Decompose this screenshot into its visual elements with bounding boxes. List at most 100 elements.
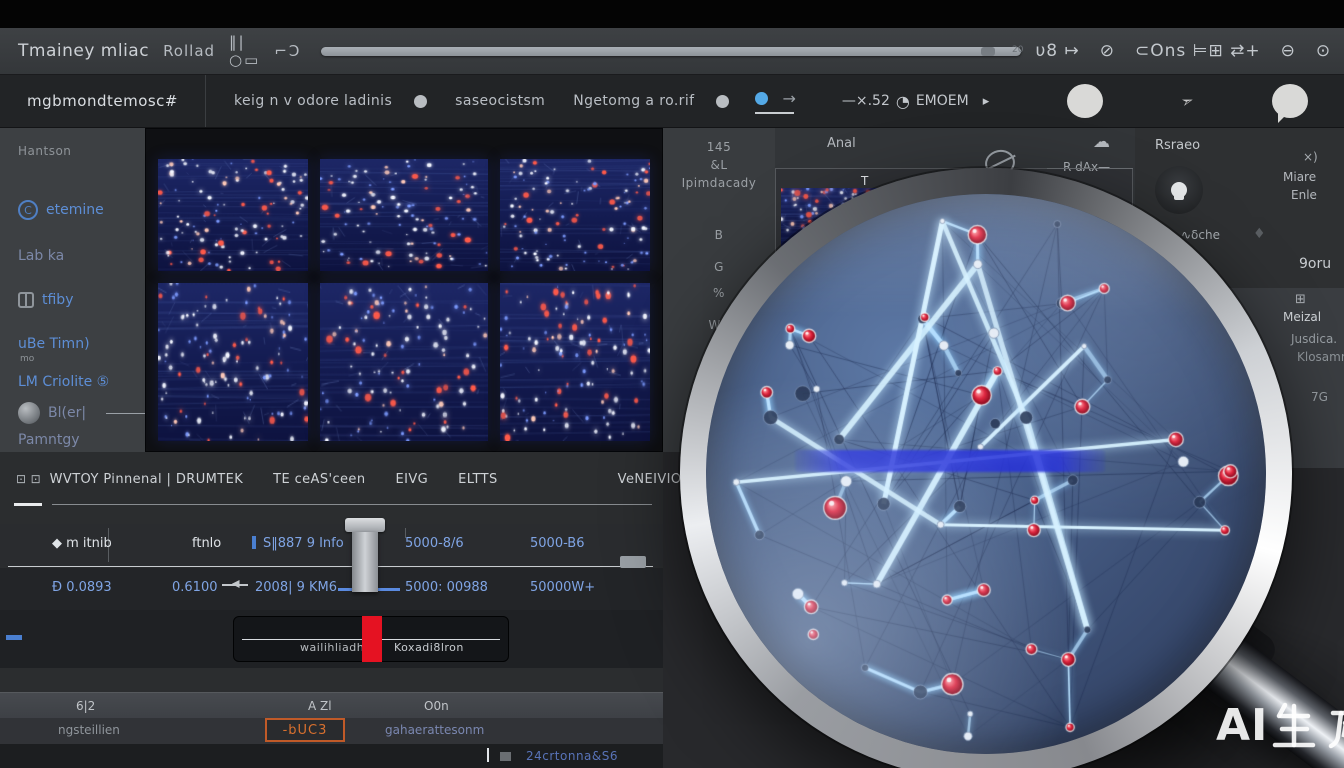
footer-square-icon xyxy=(500,752,511,761)
tab-te[interactable]: TE ceAS'ceen xyxy=(273,472,365,487)
bottom-tabs: ⊡ ⊡ WVTOY Pinnenal | DRUMTEK TE ceAS'cee… xyxy=(16,472,771,487)
console-icon[interactable]: ⊂Ons ⊨⊞ ⇄+ xyxy=(1135,41,1261,61)
sidebar-item-pamntgy[interactable]: Pamntgy xyxy=(18,432,80,448)
slider-segment[interactable] xyxy=(981,47,995,56)
tab-eltts[interactable]: ELTTS xyxy=(458,472,498,487)
user-avatar[interactable] xyxy=(1067,84,1103,118)
blue-stripe xyxy=(795,450,1105,472)
sidebar-item-etemine[interactable]: C etemine xyxy=(18,200,104,220)
scroll-thumb[interactable] xyxy=(620,556,646,568)
network-visualization xyxy=(706,194,1266,754)
ai-watermark: AI xyxy=(1216,700,1344,751)
sample-tile[interactable] xyxy=(320,283,488,441)
sphere-icon xyxy=(18,402,40,424)
range-red-marker[interactable] xyxy=(362,616,382,662)
blue-tick xyxy=(252,536,256,549)
diamond-icon: ◆ xyxy=(52,536,62,551)
sidebar-section-label: Hantson xyxy=(18,144,71,158)
row2-cell4: 5000: 00988 xyxy=(405,580,488,595)
fader-knob[interactable] xyxy=(345,518,385,592)
tab-drumtek[interactable]: ⊡ ⊡ WVTOY Pinnenal | DRUMTEK xyxy=(16,472,243,487)
right-panel-title: Rsraeo xyxy=(1155,138,1200,153)
row2-cell1: Đ 0.0893 xyxy=(52,580,112,595)
active-mode-group[interactable]: → xyxy=(755,89,793,114)
left-sidebar: Hantson C etemine Lab ka tfiby uBe Timn)… xyxy=(0,128,145,452)
pointer-icon[interactable]: ➣ xyxy=(1179,90,1197,111)
image-viewer xyxy=(145,128,663,452)
row2-cell2: 0.6100 xyxy=(172,580,252,595)
footer-note: 24crtonna&S6 xyxy=(526,749,618,763)
row1-cell4: 5000-8/6 xyxy=(405,536,464,551)
tool-word[interactable]: Rollad xyxy=(163,42,215,60)
sidebar-item-label: tfiby xyxy=(42,292,73,308)
user-swap-icon[interactable]: υ8 ↦ xyxy=(1035,41,1079,61)
buc3-button[interactable]: -bUC3 xyxy=(265,718,345,742)
sample-tile[interactable] xyxy=(158,283,308,441)
row1-cell2: ftnlo xyxy=(192,536,221,551)
menu-item-2[interactable]: saseocistsm xyxy=(455,93,545,109)
top-toolbar: Tmainey mliac Rollad ‖|○▭ ⌐Ɔ 20 υ8 ↦ ⊘ ⊂… xyxy=(0,28,1344,75)
minus-circle-icon[interactable]: ⊖ xyxy=(1281,41,1296,61)
watermark-cjk-glyphs xyxy=(1272,701,1344,751)
zoom-label: —×.52 xyxy=(842,93,890,109)
sidebar-item-label: uBe Timn) xyxy=(18,336,90,352)
chat-bubble-icon[interactable] xyxy=(1272,84,1308,118)
sidebar-item-criolite[interactable]: LM Criolite ⑤ xyxy=(18,374,109,390)
menubar-right: ➣ xyxy=(1067,84,1344,118)
panel-item-9oru[interactable]: 9oru xyxy=(1299,256,1331,272)
row1-cell1: ◆ m itnib xyxy=(52,536,112,551)
sample-tile[interactable] xyxy=(158,159,308,271)
sample-tile[interactable] xyxy=(500,159,650,271)
title-strip xyxy=(0,0,1344,28)
plane-icon xyxy=(222,580,248,590)
sidebar-item-bler[interactable]: Bl(er| xyxy=(18,402,86,424)
bottom-panel: ⊡ ⊡ WVTOY Pinnenal | DRUMTEK TE ceAS'cee… xyxy=(0,452,663,768)
close-icon[interactable]: ×) xyxy=(1303,150,1318,164)
pane-grid xyxy=(158,159,650,441)
menu-item-1[interactable]: keig n v odore ladinis xyxy=(234,93,392,109)
range-bar-section: wailihliadh Koxadi8lron xyxy=(0,610,663,668)
analysis-title: Anal xyxy=(827,136,856,151)
boxed-plus-icon[interactable]: ⊞ xyxy=(1295,292,1306,307)
timeline-slider[interactable]: 20 xyxy=(321,47,1021,56)
menu-item-3[interactable]: Ngetomg a ro.rif xyxy=(573,93,694,109)
panel-item-jusdica[interactable]: Jusdica. xyxy=(1291,332,1337,346)
footer-tick xyxy=(487,748,489,762)
table-row: Đ 0.0893 0.6100 2008| 9 KM6 5000: 00988 … xyxy=(0,568,663,610)
magnifier-lens xyxy=(706,194,1266,754)
tab-active-notch xyxy=(14,503,42,506)
redo-icon[interactable]: ⌐Ɔ xyxy=(274,42,301,60)
range-right-label: Koxadi8lron xyxy=(394,641,464,654)
sidebar-item-label: LM Criolite ⑤ xyxy=(18,374,109,390)
sample-tile[interactable] xyxy=(320,159,488,271)
tab-label: WVTOY Pinnenal | DRUMTEK xyxy=(50,472,243,487)
sidebar-item-ubetimn[interactable]: uBe Timn) xyxy=(18,336,90,352)
sidebar-item-label: Lab ka xyxy=(18,248,64,264)
app-name[interactable]: mgbmondtemosc# xyxy=(0,75,206,127)
watermark-latin: AI xyxy=(1216,700,1268,751)
tab-underline xyxy=(52,504,652,505)
slider-value: 20 xyxy=(1012,45,1023,55)
clipboard-icons[interactable]: ‖|○▭ xyxy=(229,33,260,69)
zoom-control[interactable]: —×.52 ◔ EMOEM xyxy=(842,92,969,111)
sidebar-item-tfiby[interactable]: tfiby xyxy=(18,292,73,308)
connector-line xyxy=(106,413,146,414)
tab-eivg[interactable]: EIVG xyxy=(395,472,428,487)
stats-band: 6|2 A Zl O0n xyxy=(0,692,663,719)
long-arrow-icon: → xyxy=(782,89,793,108)
range-blue-tick xyxy=(6,635,22,640)
copyright-ring-icon: C xyxy=(18,200,38,220)
row1-cell5: 5000-B6 xyxy=(530,536,585,551)
panel-item-klosamn[interactable]: Klosamn: xyxy=(1297,350,1344,364)
go-arrow-icon[interactable]: ▸ xyxy=(983,94,990,109)
sidebar-item-label: Bl(er| xyxy=(48,405,86,421)
globe-icon[interactable]: ⊘ xyxy=(1100,41,1115,61)
row1-cell3: S‖887 9 Info xyxy=(252,536,344,551)
check-circle-icon[interactable]: ⊙ xyxy=(1316,41,1331,61)
cloud-icon[interactable]: ☁ xyxy=(1093,132,1110,152)
sidebar-item-labka[interactable]: Lab ka xyxy=(18,248,64,264)
squared-dot-icons: ⊡ ⊡ xyxy=(16,472,41,486)
range-slider[interactable]: wailihliadh Koxadi8lron xyxy=(233,616,509,662)
sample-tile[interactable] xyxy=(500,283,650,441)
sidebar-item-sub: mo xyxy=(20,354,34,364)
